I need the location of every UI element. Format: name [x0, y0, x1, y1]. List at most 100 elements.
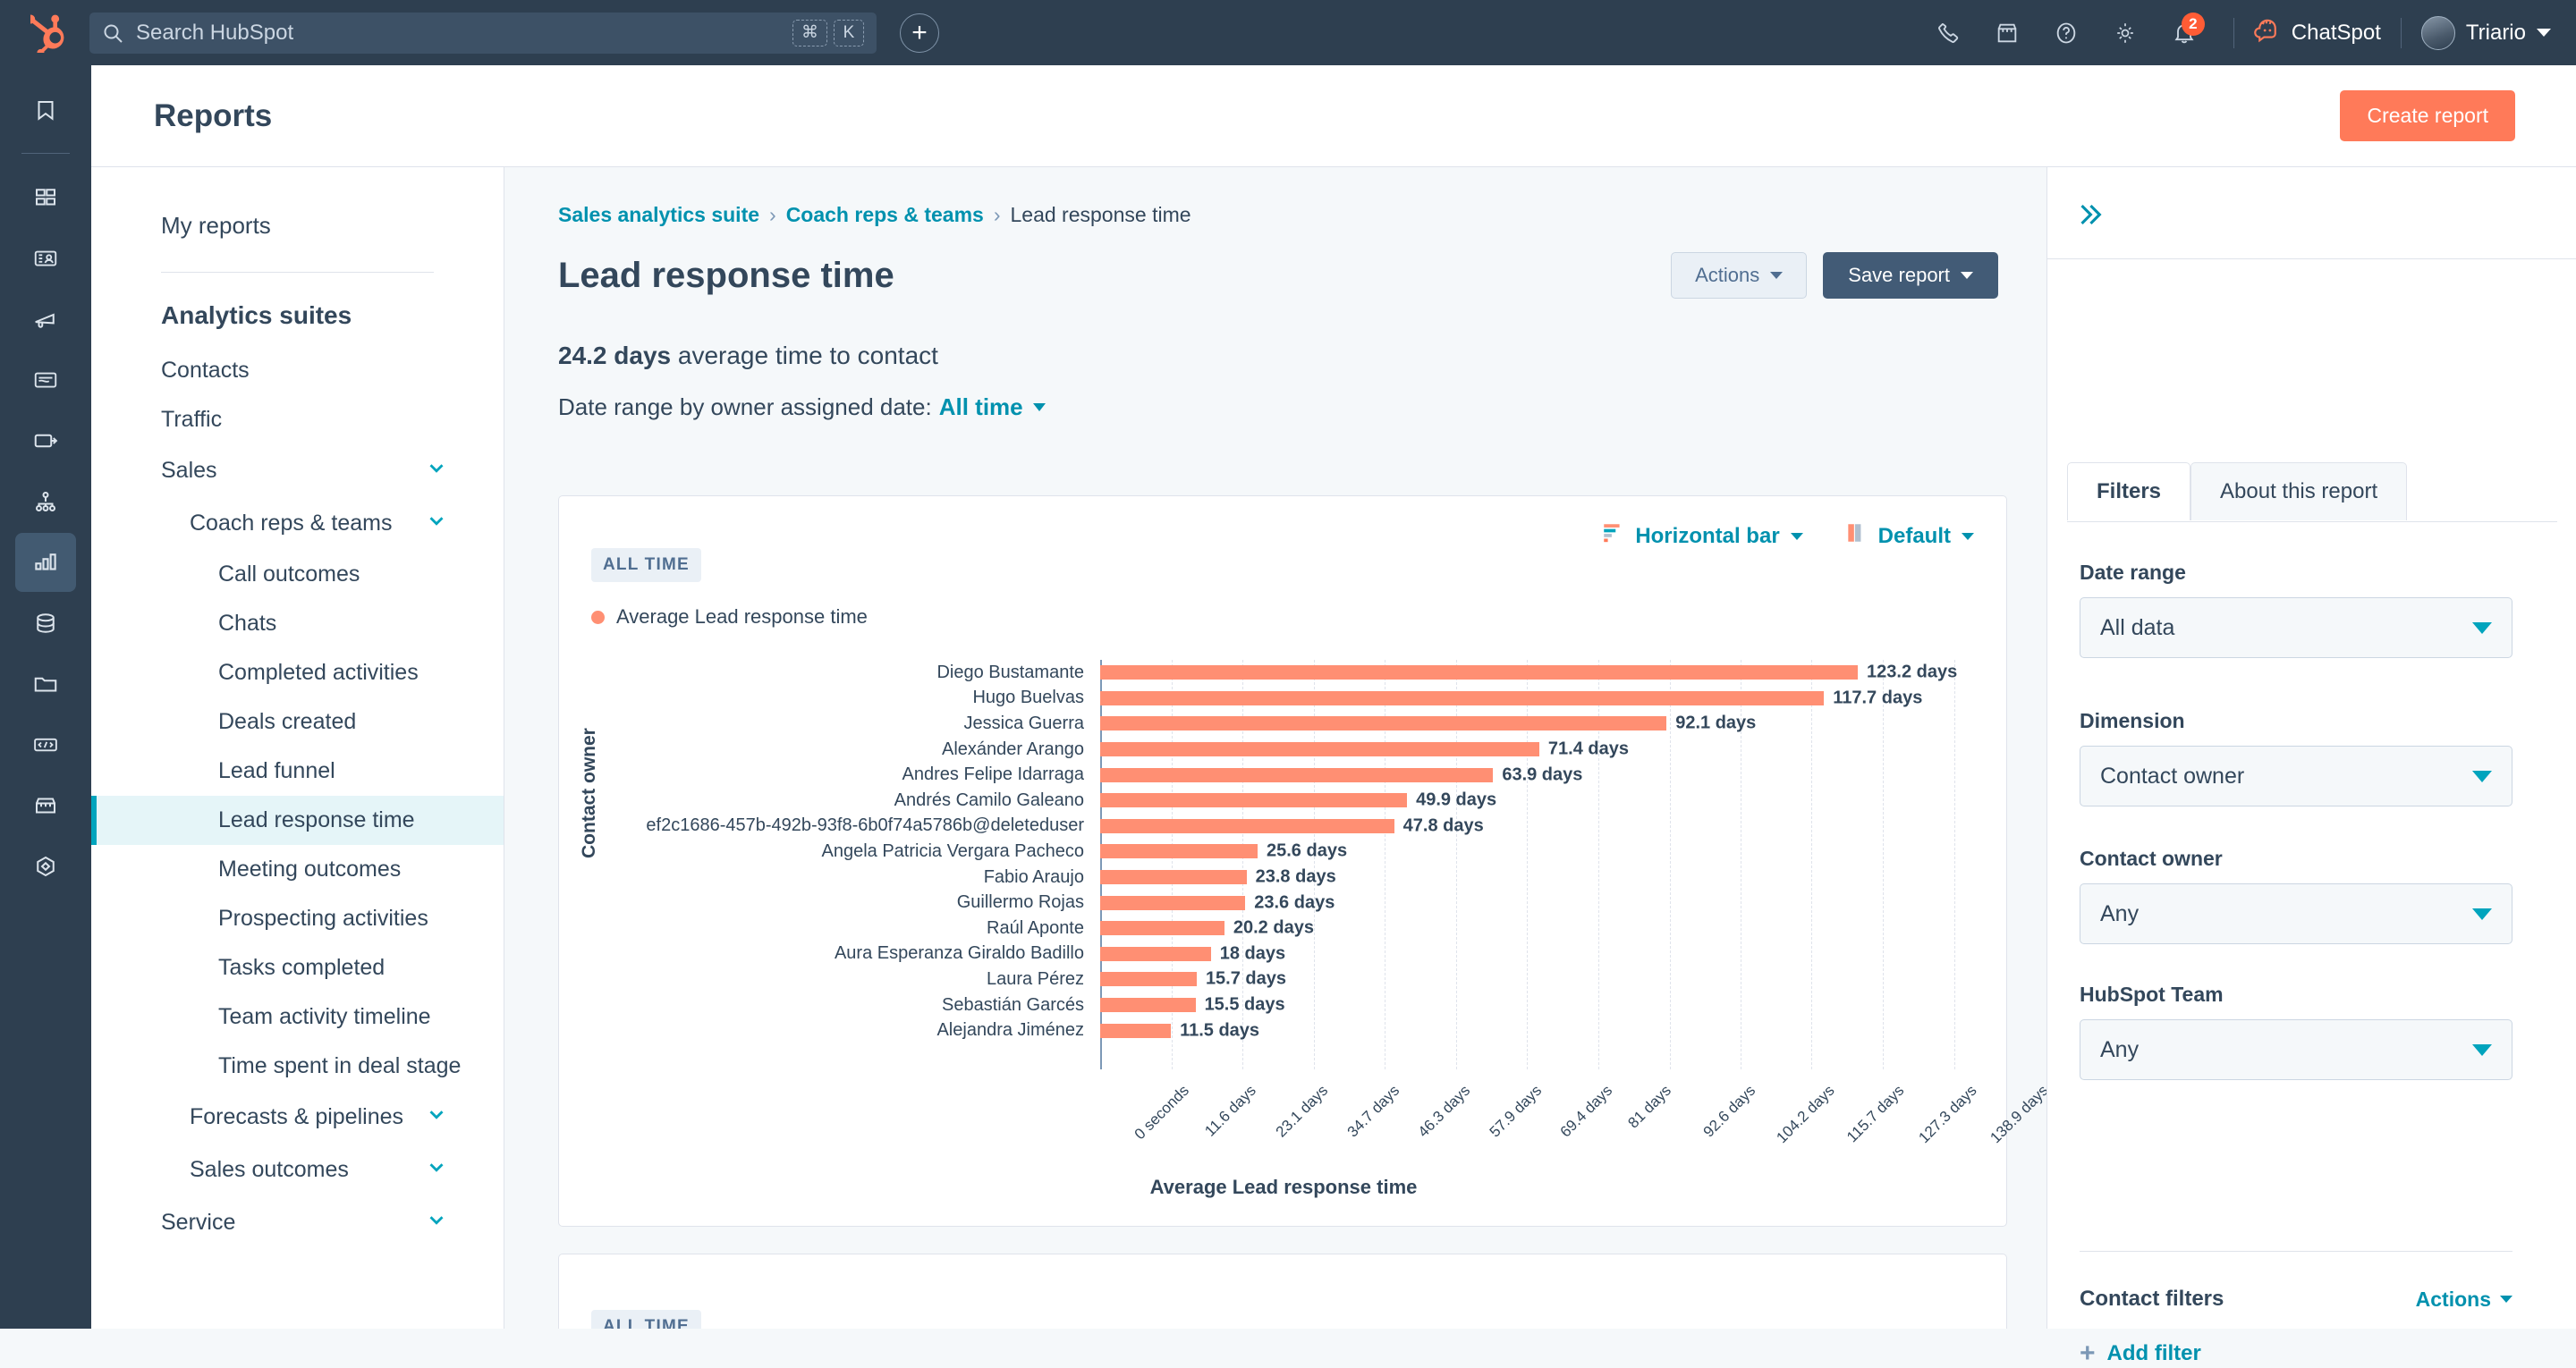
- x-axis-tick-label: 115.7 days: [1843, 1082, 1908, 1146]
- sidebar-item-meeting-outcomes[interactable]: Meeting outcomes: [91, 845, 504, 894]
- add-filter-button[interactable]: + Add filter: [2080, 1340, 2201, 1367]
- contact-filters-actions-button[interactable]: Actions: [2416, 1288, 2512, 1312]
- chart-bar-row: Jessica Guerra 92.1 days: [613, 711, 1954, 737]
- create-report-button[interactable]: Create report: [2340, 90, 2515, 141]
- chevron-down-icon[interactable]: [425, 1155, 448, 1185]
- marketing-megaphone-icon[interactable]: [15, 290, 76, 349]
- breadcrumb-item-coach-reps-teams[interactable]: Coach reps & teams: [786, 203, 984, 227]
- date-range-value[interactable]: All time: [939, 393, 1023, 421]
- filter-select-dimension[interactable]: Contact owner: [2080, 746, 2512, 806]
- sidebar-item-traffic[interactable]: Traffic: [91, 395, 504, 444]
- filter-select-contact-owner[interactable]: Any: [2080, 883, 2512, 944]
- bar-fill[interactable]: [1100, 998, 1196, 1013]
- sidebar-item-call-outcomes[interactable]: Call outcomes: [91, 550, 504, 599]
- reports-icon[interactable]: [15, 533, 76, 592]
- bar-fill[interactable]: [1100, 665, 1859, 680]
- bar-fill[interactable]: [1100, 870, 1247, 885]
- tab-filters[interactable]: Filters: [2067, 462, 2191, 520]
- sidebar-item-contacts[interactable]: Contacts: [91, 346, 504, 395]
- chevron-down-icon[interactable]: [425, 456, 448, 486]
- bar-fill[interactable]: [1100, 972, 1197, 987]
- sidebar-item-prospecting-activities[interactable]: Prospecting activities: [91, 894, 504, 943]
- bar-fill[interactable]: [1100, 818, 1394, 833]
- phone-icon[interactable]: [1919, 0, 1978, 65]
- sidebar-item-service[interactable]: Service: [91, 1196, 504, 1249]
- chart-style-dropdown[interactable]: Default: [1844, 521, 1974, 551]
- sidebar-item-chats[interactable]: Chats: [91, 599, 504, 648]
- chevron-down-icon[interactable]: [425, 1102, 448, 1132]
- hubspot-logo-icon[interactable]: [25, 10, 72, 56]
- sidebar-item-label: Sales: [161, 458, 217, 483]
- bar-fill[interactable]: [1100, 921, 1224, 936]
- bar-fill[interactable]: [1100, 793, 1408, 808]
- sidebar-item-forecasts-pipelines[interactable]: Forecasts & pipelines: [91, 1091, 504, 1144]
- contacts-icon[interactable]: [15, 229, 76, 288]
- bar-fill[interactable]: [1100, 844, 1258, 859]
- data-management-icon[interactable]: [15, 594, 76, 653]
- chevron-down-icon: [1962, 532, 1974, 540]
- filter-select-date-range[interactable]: All data: [2080, 597, 2512, 658]
- chevron-down-icon: [1032, 403, 1046, 411]
- sidebar-item-my-reports[interactable]: My reports: [91, 199, 504, 252]
- bar-fill[interactable]: [1100, 716, 1667, 731]
- sidebar-item-sales-outcomes[interactable]: Sales outcomes: [91, 1144, 504, 1196]
- code-icon[interactable]: [15, 715, 76, 774]
- bar-fill[interactable]: [1100, 742, 1539, 757]
- notifications-bell-icon[interactable]: 2: [2155, 0, 2214, 65]
- sidebar-item-label: Traffic: [161, 407, 223, 432]
- content-icon[interactable]: [15, 350, 76, 410]
- bar-category-label: ef2c1686-457b-492b-93f8-6b0f74a5786b@del…: [646, 815, 1084, 836]
- chatspot-label: ChatSpot: [2291, 20, 2381, 45]
- chart-type-dropdown[interactable]: Horizontal bar: [1601, 521, 1803, 551]
- collapse-panel-icon[interactable]: [2074, 199, 2105, 235]
- quick-create-button[interactable]: +: [900, 13, 939, 53]
- chart-legend[interactable]: Average Lead response time: [591, 605, 868, 629]
- search-input[interactable]: [136, 20, 786, 46]
- bar-fill[interactable]: [1100, 1023, 1172, 1038]
- sidebar-item-time-spent-in-deal-stage[interactable]: Time spent in deal stage: [91, 1042, 504, 1091]
- chart-plot-area: Contact owner Diego Bustamante 123.2 days…: [559, 653, 2046, 1207]
- breadcrumb: Sales analytics suite › Coach reps & tea…: [558, 203, 2046, 227]
- reports-sidebar: My reports Analytics suites Contacts Traf…: [91, 167, 504, 1329]
- bar-fill[interactable]: [1100, 767, 1494, 782]
- library-folder-icon[interactable]: [15, 654, 76, 714]
- actions-button[interactable]: Actions: [1671, 252, 1808, 299]
- sidebar-item-lead-response-time[interactable]: Lead response time: [91, 796, 504, 845]
- sidebar-item-deals-created[interactable]: Deals created: [91, 697, 504, 747]
- automation-workflow-icon[interactable]: [15, 472, 76, 531]
- chevron-down-icon: [2472, 1043, 2492, 1056]
- breadcrumb-item-sales-analytics-suite[interactable]: Sales analytics suite: [558, 203, 759, 227]
- gear-icon[interactable]: [2096, 0, 2155, 65]
- chatspot-button[interactable]: ChatSpot: [2254, 17, 2381, 48]
- chevron-down-icon[interactable]: [425, 509, 448, 538]
- settings-hexagon-icon[interactable]: [15, 837, 76, 896]
- chart-bar-row: Raúl Aponte 20.2 days: [613, 916, 1954, 942]
- bar-track: 15.7 days: [1100, 967, 1954, 992]
- filter-select-hubspot-team[interactable]: Any: [2080, 1019, 2512, 1080]
- sidebar-item-tasks-completed[interactable]: Tasks completed: [91, 943, 504, 992]
- user-menu[interactable]: Triario: [2420, 15, 2551, 50]
- divider: [21, 153, 70, 154]
- chevron-down-icon[interactable]: [425, 1208, 448, 1237]
- bar-fill[interactable]: [1100, 946, 1211, 961]
- bookmark-icon[interactable]: [15, 81, 76, 140]
- contact-filters-header: Contact filters Actions: [2080, 1287, 2512, 1312]
- search-bar[interactable]: ⌘ K: [89, 12, 877, 54]
- marketplace-icon[interactable]: [1978, 0, 2037, 65]
- tab-about-this-report[interactable]: About this report: [2190, 462, 2408, 520]
- save-report-button[interactable]: Save report: [1823, 252, 1998, 299]
- marketplace-icon[interactable]: [15, 776, 76, 835]
- dashboard-icon[interactable]: [15, 168, 76, 227]
- chart-bar-row: Laura Pérez 15.7 days: [613, 967, 1954, 992]
- bar-value-label: 15.7 days: [1205, 968, 1287, 989]
- bar-fill[interactable]: [1100, 895, 1246, 910]
- sidebar-item-sales[interactable]: Sales: [91, 444, 504, 497]
- sidebar-item-completed-activities[interactable]: Completed activities: [91, 648, 504, 697]
- sidebar-item-coach-reps-teams[interactable]: Coach reps & teams: [91, 497, 504, 550]
- filter-label: HubSpot Team: [2080, 983, 2224, 1006]
- sidebar-item-team-activity-timeline[interactable]: Team activity timeline: [91, 992, 504, 1042]
- bar-fill[interactable]: [1100, 690, 1825, 705]
- sidebar-item-lead-funnel[interactable]: Lead funnel: [91, 747, 504, 796]
- help-icon[interactable]: [2037, 0, 2096, 65]
- deals-icon[interactable]: [15, 411, 76, 470]
